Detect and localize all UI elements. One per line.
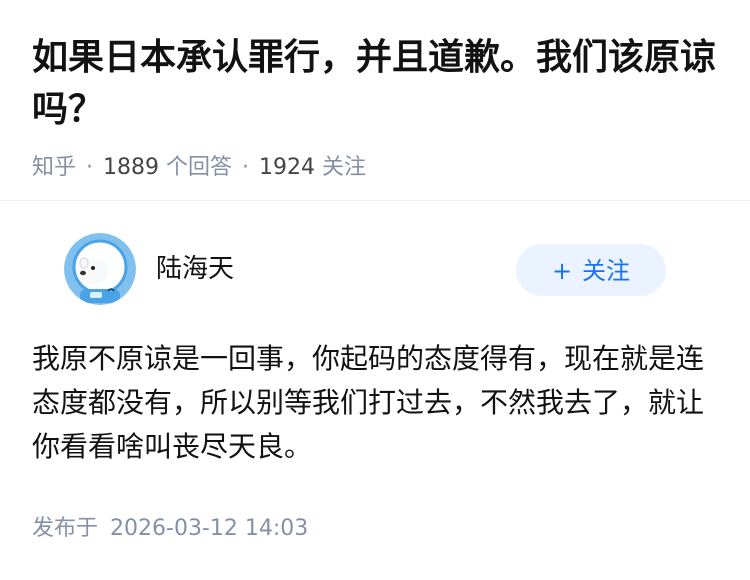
plus-icon: + bbox=[551, 257, 573, 285]
polar-bear-avatar-icon bbox=[64, 233, 136, 305]
follower-count: 1924 bbox=[259, 155, 316, 180]
follow-button[interactable]: + 关注 bbox=[516, 244, 666, 296]
follower-count-label: 关注 bbox=[322, 155, 367, 180]
question-header: 如果日本承认罪行，并且道歉。我们该原谅吗？ 知乎 · 1889 个回答 · 1924 关… bbox=[0, 0, 750, 184]
author-row: 陆海天 + 关注 bbox=[32, 201, 718, 325]
question-meta: 知乎 · 1889 个回答 · 1924 关注 bbox=[32, 152, 718, 184]
avatar[interactable] bbox=[64, 233, 136, 305]
follow-button-label: 关注 bbox=[582, 257, 631, 285]
answer-card: 陆海天 + 关注 我原不原谅是一回事，你起码的态度得有，现在就是连态度都没有，所以… bbox=[0, 201, 750, 541]
source-label[interactable]: 知乎 bbox=[32, 155, 76, 180]
meta-separator: · bbox=[86, 155, 94, 180]
answer-content[interactable]: 我原不原谅是一回事，你起码的态度得有，现在就是连态度都没有，所以别等我们打过去，… bbox=[32, 337, 712, 469]
published-date: 2026-03-12 14:03 bbox=[110, 516, 309, 541]
question-title[interactable]: 如果日本承认罪行，并且道歉。我们该原谅吗？ bbox=[32, 32, 718, 136]
meta-separator: · bbox=[242, 155, 250, 180]
author-name[interactable]: 陆海天 bbox=[156, 251, 234, 287]
published-label: 发布于 bbox=[32, 516, 99, 541]
answer-count: 1889 bbox=[103, 155, 160, 180]
answer-count-label: 个回答 bbox=[166, 155, 233, 180]
publish-info: 发布于 2026-03-12 14:03 bbox=[32, 513, 308, 545]
